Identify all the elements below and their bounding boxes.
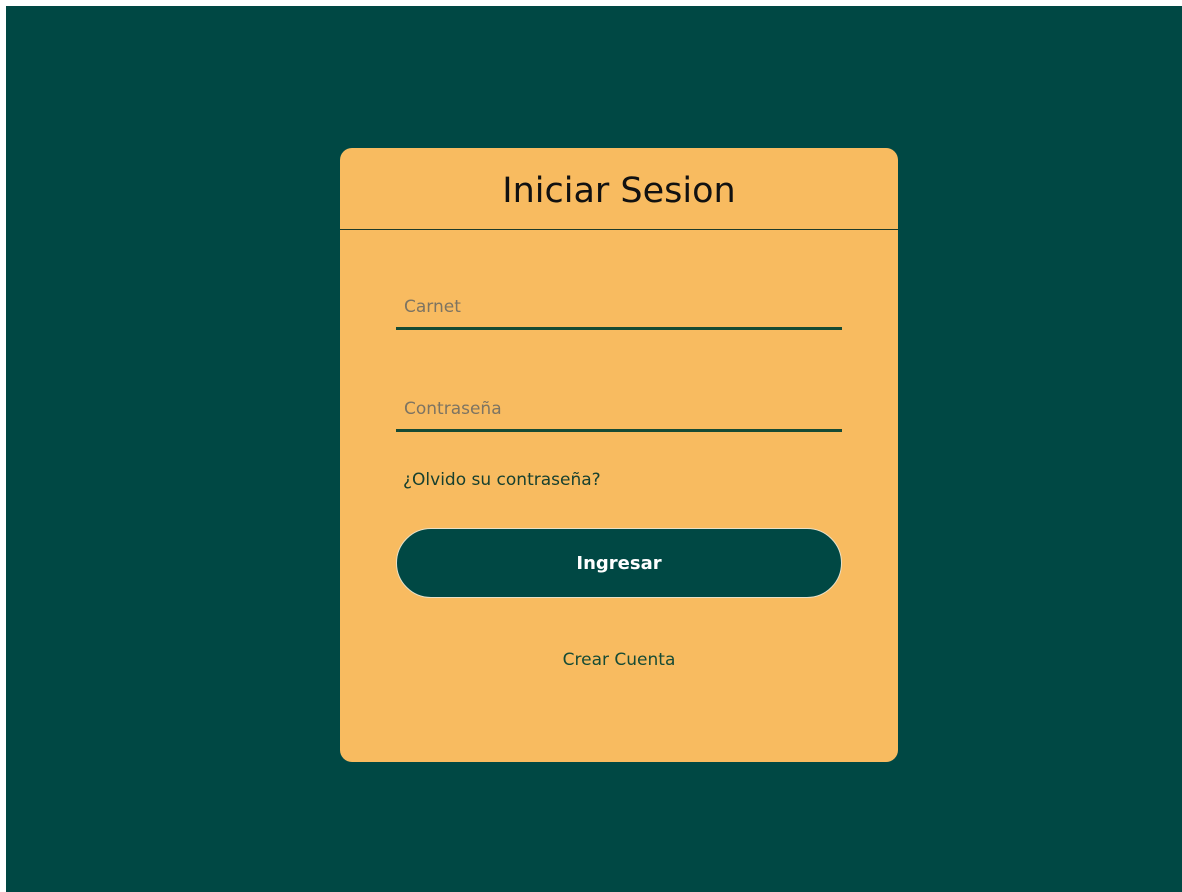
create-account-link[interactable]: Crear Cuenta — [340, 650, 898, 670]
login-card: Iniciar Sesion ¿Olvido su contraseña? In… — [340, 148, 898, 762]
forgot-password-link[interactable]: ¿Olvido su contraseña? — [403, 470, 601, 490]
login-button[interactable]: Ingresar — [396, 528, 842, 598]
login-card-header: Iniciar Sesion — [340, 148, 898, 230]
password-input[interactable] — [396, 388, 842, 432]
page-title: Iniciar Sesion — [502, 170, 736, 211]
page-background: Iniciar Sesion ¿Olvido su contraseña? In… — [6, 6, 1182, 892]
carnet-input[interactable] — [396, 286, 842, 330]
